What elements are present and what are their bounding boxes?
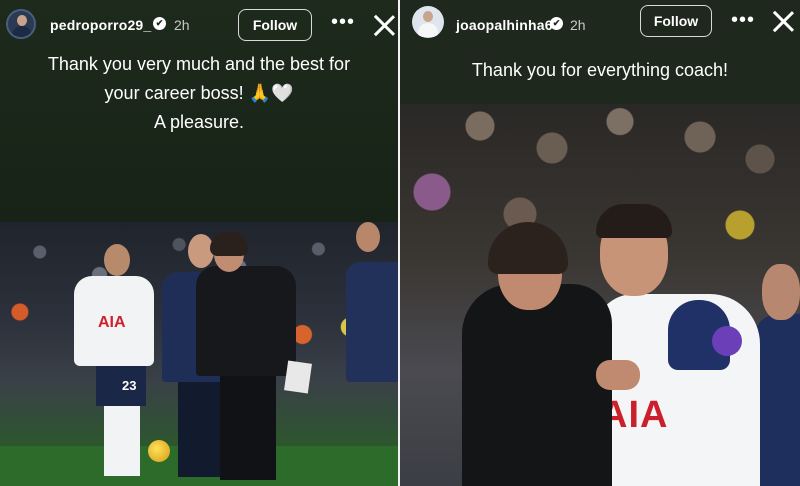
- avatar[interactable]: [412, 6, 444, 38]
- close-icon[interactable]: [772, 10, 794, 32]
- avatar-head: [17, 15, 27, 26]
- verified-badge-icon: ✔: [153, 17, 166, 30]
- player-right-body: [346, 262, 398, 382]
- player-edge-head: [762, 264, 800, 320]
- follow-button[interactable]: Follow: [640, 5, 712, 37]
- caption-line: Thank you very much and the best for: [47, 54, 351, 74]
- shirt-number: 23: [122, 378, 137, 393]
- shirt-sponsor: AIA: [98, 314, 126, 331]
- story-caption: Thank you very much and the best for you…: [0, 50, 398, 137]
- story-photo: AIA: [400, 104, 800, 486]
- post-time: 2h: [570, 17, 586, 33]
- coach-jacket: [196, 266, 296, 376]
- story-header: pedroporro29_ ✔ 2h Follow •••: [0, 0, 400, 52]
- staff-legs: [178, 382, 224, 477]
- more-icon[interactable]: •••: [331, 12, 355, 32]
- sleeve-badge: [712, 326, 742, 356]
- caption-line: your career boss! 🙏🤍: [104, 83, 294, 103]
- post-time: 2h: [174, 17, 190, 33]
- player-legs: [104, 406, 140, 476]
- notepad: [284, 360, 312, 394]
- coach-jacket: [462, 284, 612, 486]
- avatar-head: [423, 11, 433, 22]
- username[interactable]: joaopalhinha6: [456, 17, 553, 33]
- avatar-figure: [12, 26, 32, 37]
- player-shorts: [96, 366, 146, 406]
- story-photo: AIA 23: [0, 222, 398, 486]
- story-left: pedroporro29_ ✔ 2h Follow ••• Thank you …: [0, 0, 400, 486]
- story-header: joaopalhinha6 ✔ 2h Follow •••: [400, 0, 800, 52]
- player-right-head: [356, 222, 380, 252]
- player-edge-body: [754, 314, 800, 486]
- avatar-figure: [418, 23, 438, 37]
- caption-line: A pleasure.: [153, 112, 245, 132]
- player-head: [104, 244, 130, 276]
- more-icon[interactable]: •••: [731, 10, 755, 30]
- follow-button[interactable]: Follow: [238, 9, 312, 41]
- verified-badge-icon: ✔: [550, 17, 563, 30]
- coach-hand: [596, 360, 640, 390]
- coach-legs: [220, 376, 276, 480]
- coach-hair: [210, 232, 248, 256]
- username[interactable]: pedroporro29_: [50, 17, 151, 33]
- stories-composite: pedroporro29_ ✔ 2h Follow ••• Thank you …: [0, 0, 800, 486]
- story-right: joaopalhinha6 ✔ 2h Follow ••• Thank you …: [400, 0, 800, 486]
- crowd-background: [400, 104, 800, 324]
- story-caption: Thank you for everything coach!: [471, 60, 729, 80]
- close-icon[interactable]: [373, 14, 395, 36]
- football: [148, 440, 170, 462]
- avatar[interactable]: [6, 9, 36, 39]
- player-hair: [596, 204, 672, 238]
